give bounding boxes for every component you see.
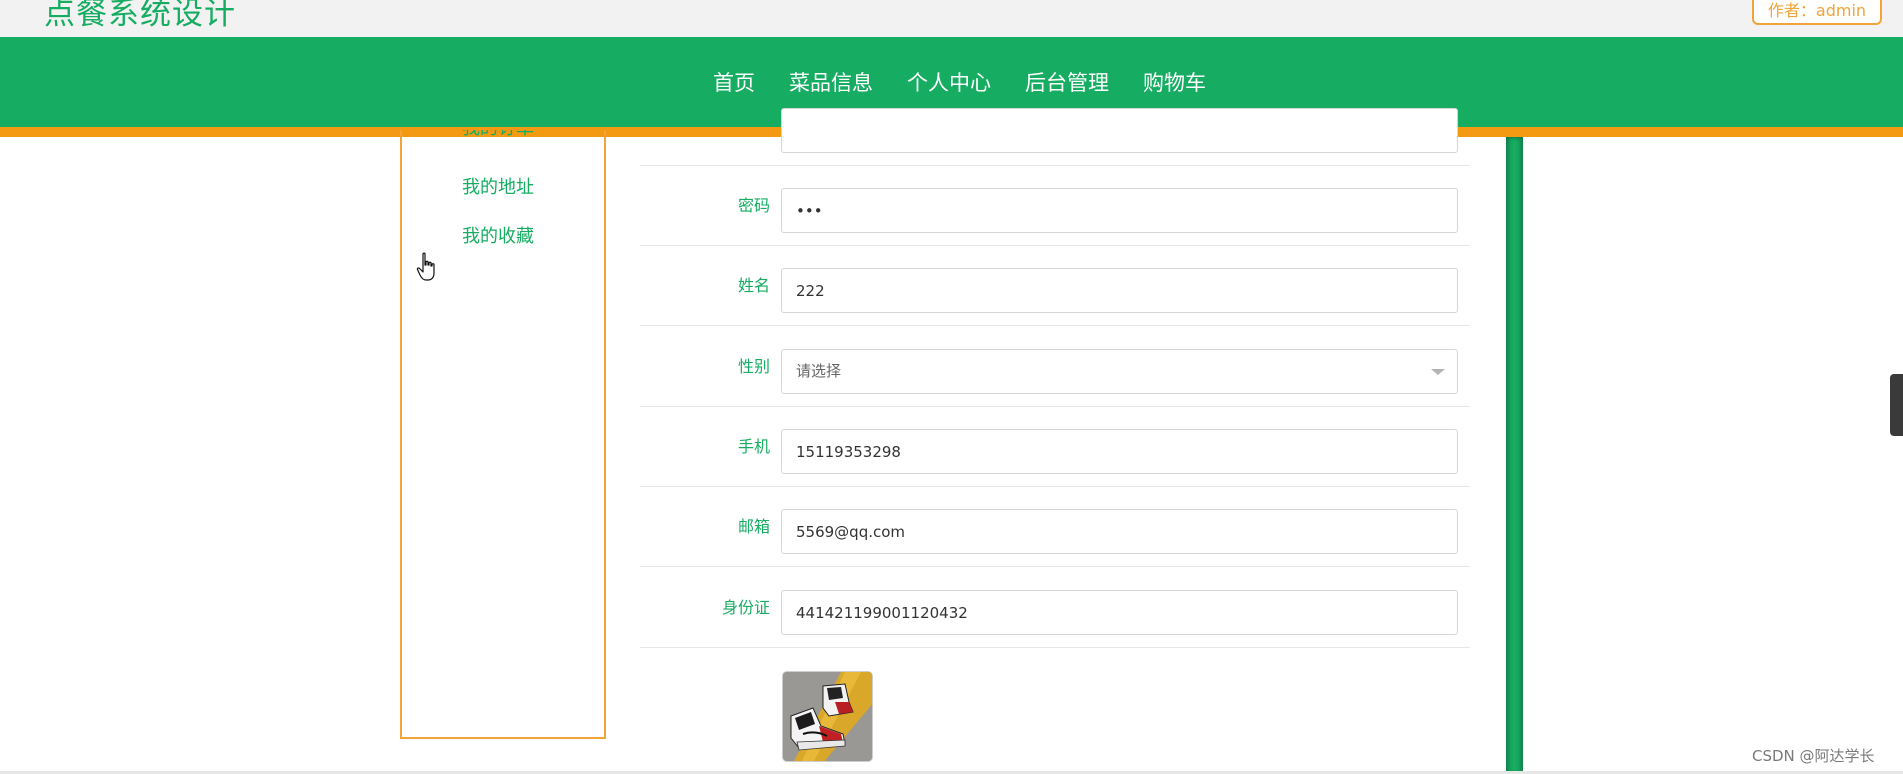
form-row-id-card: 身份证 — [640, 568, 1470, 648]
form-row-phone: 手机 — [640, 407, 1470, 487]
id-card-label: 身份证 — [721, 598, 770, 617]
site-title: 点餐系统设计 — [44, 0, 236, 32]
email-label: 邮箱 — [737, 517, 770, 536]
profile-form: 密码 姓名 性别 请选择 手机 邮箱 身份证 — [640, 108, 1470, 774]
hand-pointer-cursor-icon — [416, 252, 435, 281]
gender-label: 性别 — [737, 357, 770, 376]
email-field[interactable] — [781, 509, 1458, 554]
password-label: 密码 — [737, 196, 770, 215]
right-accent-bar — [1506, 137, 1523, 774]
sneaker-image-icon — [783, 672, 872, 761]
chevron-down-icon — [1431, 369, 1445, 375]
partial-input-field[interactable] — [781, 108, 1458, 153]
sidebar-item-my-address[interactable]: 我的地址 — [462, 173, 534, 199]
sidebar-menu: 我的订单 我的地址 我的收藏 — [400, 130, 606, 739]
form-row-email: 邮箱 — [640, 487, 1470, 567]
avatar-image[interactable] — [782, 671, 873, 762]
side-panel-tab[interactable] — [1890, 374, 1903, 436]
form-row-password: 密码 — [640, 166, 1470, 246]
gender-select-value: 请选择 — [796, 362, 842, 380]
sidebar-item-my-favorites[interactable]: 我的收藏 — [462, 222, 534, 248]
top-bar: 点餐系统设计 作者：admin — [0, 0, 1903, 37]
name-field[interactable] — [781, 268, 1458, 313]
form-row-name: 姓名 — [640, 246, 1470, 326]
watermark: CSDN @阿达学长 — [1752, 747, 1875, 765]
form-row-gender: 性别 请选择 — [640, 327, 1470, 407]
gender-select[interactable]: 请选择 — [781, 349, 1458, 394]
sidebar-item-my-orders[interactable]: 我的订单 — [462, 130, 534, 140]
author-badge[interactable]: 作者：admin — [1752, 0, 1882, 25]
phone-field[interactable] — [781, 429, 1458, 474]
phone-label: 手机 — [737, 437, 770, 456]
id-card-field[interactable] — [781, 590, 1458, 635]
form-row-partial — [640, 86, 1470, 166]
password-field[interactable] — [781, 188, 1458, 233]
name-label: 姓名 — [737, 276, 770, 295]
